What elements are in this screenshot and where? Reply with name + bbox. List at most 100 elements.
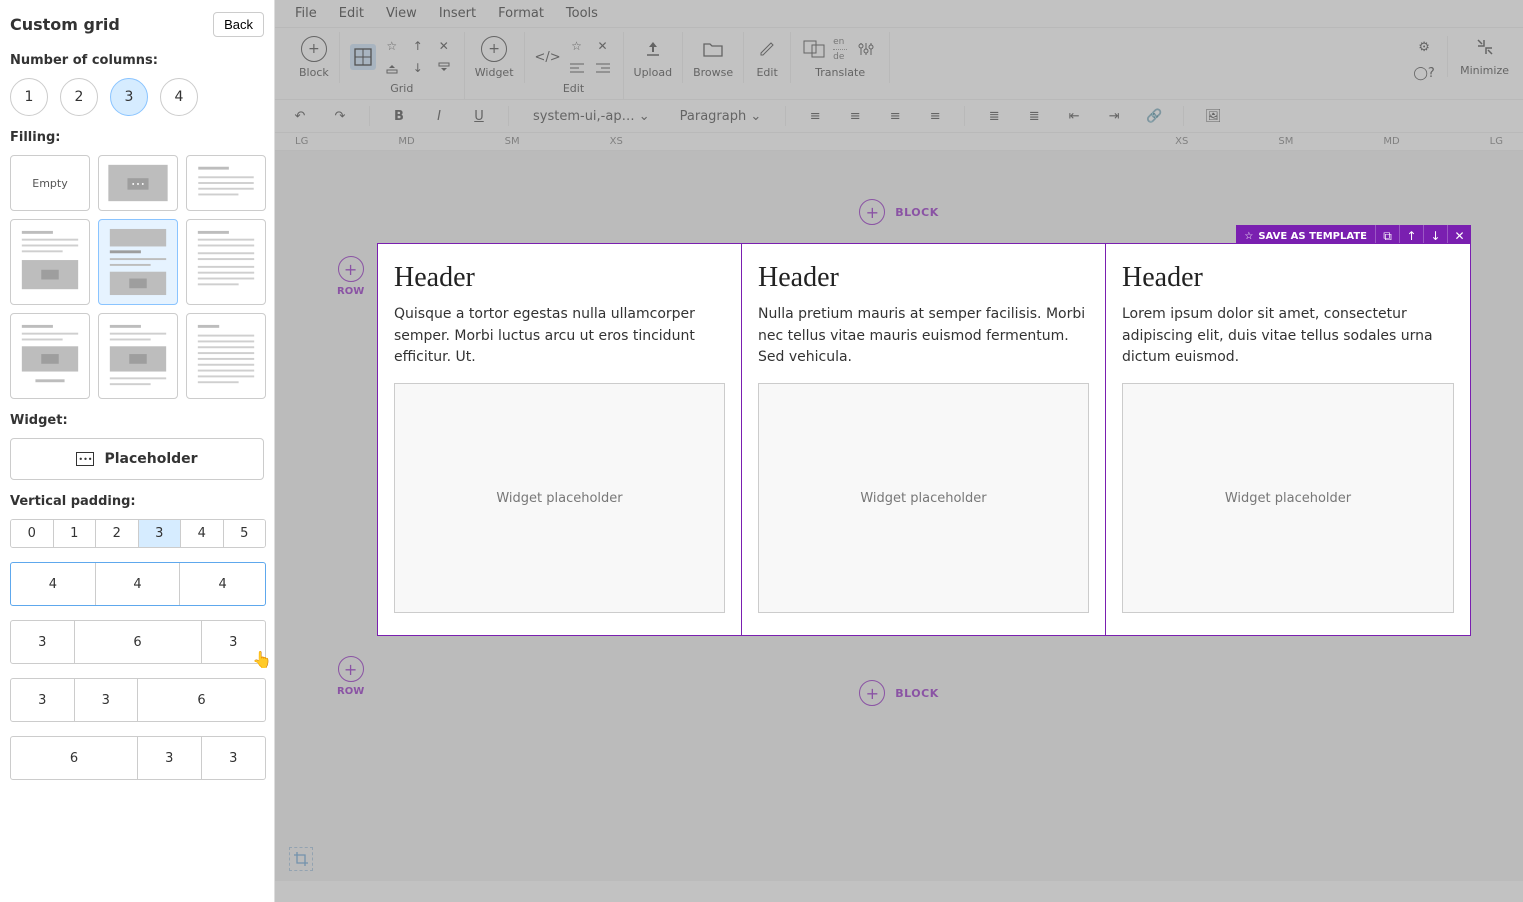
widget-label: Widget: [10,413,264,428]
star-icon[interactable]: ☆ [382,36,402,56]
back-button[interactable]: Back [213,12,264,37]
placeholder-icon: ••• [76,452,94,466]
row-bottom-label: ROW [337,686,364,697]
close2-icon[interactable]: ✕ [593,36,613,56]
grid-column-3[interactable]: Header Lorem ipsum dolor sit amet, conse… [1106,244,1470,635]
filling-option-2[interactable] [98,155,178,211]
align-right-icon[interactable] [593,58,613,78]
redo-icon[interactable]: ↷ [329,109,351,124]
add-block-icon[interactable]: + [301,36,327,62]
columns-option-1[interactable]: 1 [10,78,48,116]
bp-lg-r: LG [1490,136,1503,147]
image-icon[interactable]: 🖼 [1202,109,1224,124]
bp-sm-l: SM [505,136,520,147]
link-icon[interactable]: 🔗 [1143,109,1165,124]
add-widget-icon[interactable]: + [481,36,507,62]
filling-option-4[interactable] [10,219,90,305]
layout-option-3[interactable]: 633 [10,736,266,780]
tb-edit2-label: Edit [756,66,777,79]
menu-format[interactable]: Format [498,6,544,21]
edit-image-icon[interactable] [754,36,780,62]
list-ol-icon[interactable]: ≣ [1023,109,1045,124]
menu-insert[interactable]: Insert [439,6,476,21]
menu-edit[interactable]: Edit [339,6,364,21]
col2-placeholder[interactable]: Widget placeholder [758,383,1089,613]
italic-icon[interactable]: I [428,109,450,124]
arrow-up-icon[interactable]: ↑ [408,36,428,56]
filling-option-9[interactable] [186,313,266,399]
layout-1-cell-1: 6 [75,621,202,663]
align-justify-icon[interactable]: ≡ [924,109,946,124]
col3-text: Lorem ipsum dolor sit amet, consectetur … [1122,304,1454,369]
bp-xs-l: XS [610,136,623,147]
gear-icon[interactable]: ⚙ [1413,36,1435,58]
align-left2-icon[interactable]: ≡ [804,109,826,124]
filling-option-3[interactable] [186,155,266,211]
font-select[interactable]: system-ui,-ap… ⌄ [527,107,656,126]
menu-view[interactable]: View [386,6,417,21]
translate-icon[interactable] [801,36,827,62]
add-row-bottom-button[interactable]: + [338,656,364,682]
filling-option-6[interactable] [186,219,266,305]
menu-tools[interactable]: Tools [566,6,598,21]
vp-option-3[interactable]: 3 [139,520,182,547]
layout-0-cell-2: 4 [180,563,265,605]
underline-icon[interactable]: U [468,109,490,124]
col1-placeholder[interactable]: Widget placeholder [394,383,725,613]
minimize-icon[interactable] [1474,36,1496,58]
layout-2-cell-1: 3 [75,679,139,721]
insert-before-icon[interactable] [382,58,402,78]
help-icon[interactable]: ◯? [1413,62,1435,84]
vp-option-4[interactable]: 4 [181,520,224,547]
add-block-top: + BLOCK [327,199,1471,225]
align-left-icon[interactable] [567,58,587,78]
add-block-top-button[interactable]: + [859,199,885,225]
outdent-icon[interactable]: ⇤ [1063,109,1085,124]
indent-icon[interactable]: ⇥ [1103,109,1125,124]
grid-column-1[interactable]: Header Quisque a tortor egestas nulla ul… [378,244,742,635]
layout-option-1[interactable]: 363 [10,620,266,664]
align-right2-icon[interactable]: ≡ [884,109,906,124]
add-row-top-button[interactable]: + [338,256,364,282]
close-x-icon[interactable]: ✕ [434,36,454,56]
filling-option-8[interactable] [98,313,178,399]
vp-option-2[interactable]: 2 [96,520,139,547]
sidebar-title: Custom grid [10,15,120,34]
layout-2-cell-2: 6 [138,679,265,721]
code-icon[interactable]: </> [535,44,561,70]
style-select[interactable]: Paragraph ⌄ [674,107,768,126]
add-block-bottom-button[interactable]: + [859,680,885,706]
columns-option-3[interactable]: 3 [110,78,148,116]
grid-icon[interactable] [350,44,376,70]
vp-option-0[interactable]: 0 [11,520,54,547]
columns-option-4[interactable]: 4 [160,78,198,116]
vp-option-1[interactable]: 1 [54,520,97,547]
layout-0-cell-1: 4 [96,563,181,605]
align-center-icon[interactable]: ≡ [844,109,866,124]
browse-icon[interactable] [700,36,726,62]
grid-column-2[interactable]: Header Nulla pretium mauris at semper fa… [742,244,1106,635]
layout-option-2[interactable]: 336 [10,678,266,722]
layout-option-0[interactable]: 444 [10,562,266,606]
filling-option-5[interactable] [98,219,178,305]
columns-option-2[interactable]: 2 [60,78,98,116]
filling-option-empty[interactable]: Empty [10,155,90,211]
crop-tool-icon[interactable] [289,847,313,871]
menu-file[interactable]: File [295,6,317,21]
list-ul-icon[interactable]: ≣ [983,109,1005,124]
col3-placeholder[interactable]: Widget placeholder [1122,383,1454,613]
lang-de: de [833,52,847,62]
bp-lg-l: LG [295,136,308,147]
bold-icon[interactable]: B [388,109,410,124]
col3-header: Header [1122,262,1454,294]
tb-browse-label: Browse [693,66,733,79]
widget-selector[interactable]: ••• Placeholder [10,438,264,480]
upload-icon[interactable] [640,36,666,62]
filling-option-7[interactable] [10,313,90,399]
sliders-icon[interactable] [853,36,879,62]
undo-icon[interactable]: ↶ [289,109,311,124]
insert-after-icon[interactable] [434,58,454,78]
star2-icon[interactable]: ☆ [567,36,587,56]
arrow-down-icon[interactable]: ↓ [408,58,428,78]
vp-option-5[interactable]: 5 [224,520,266,547]
